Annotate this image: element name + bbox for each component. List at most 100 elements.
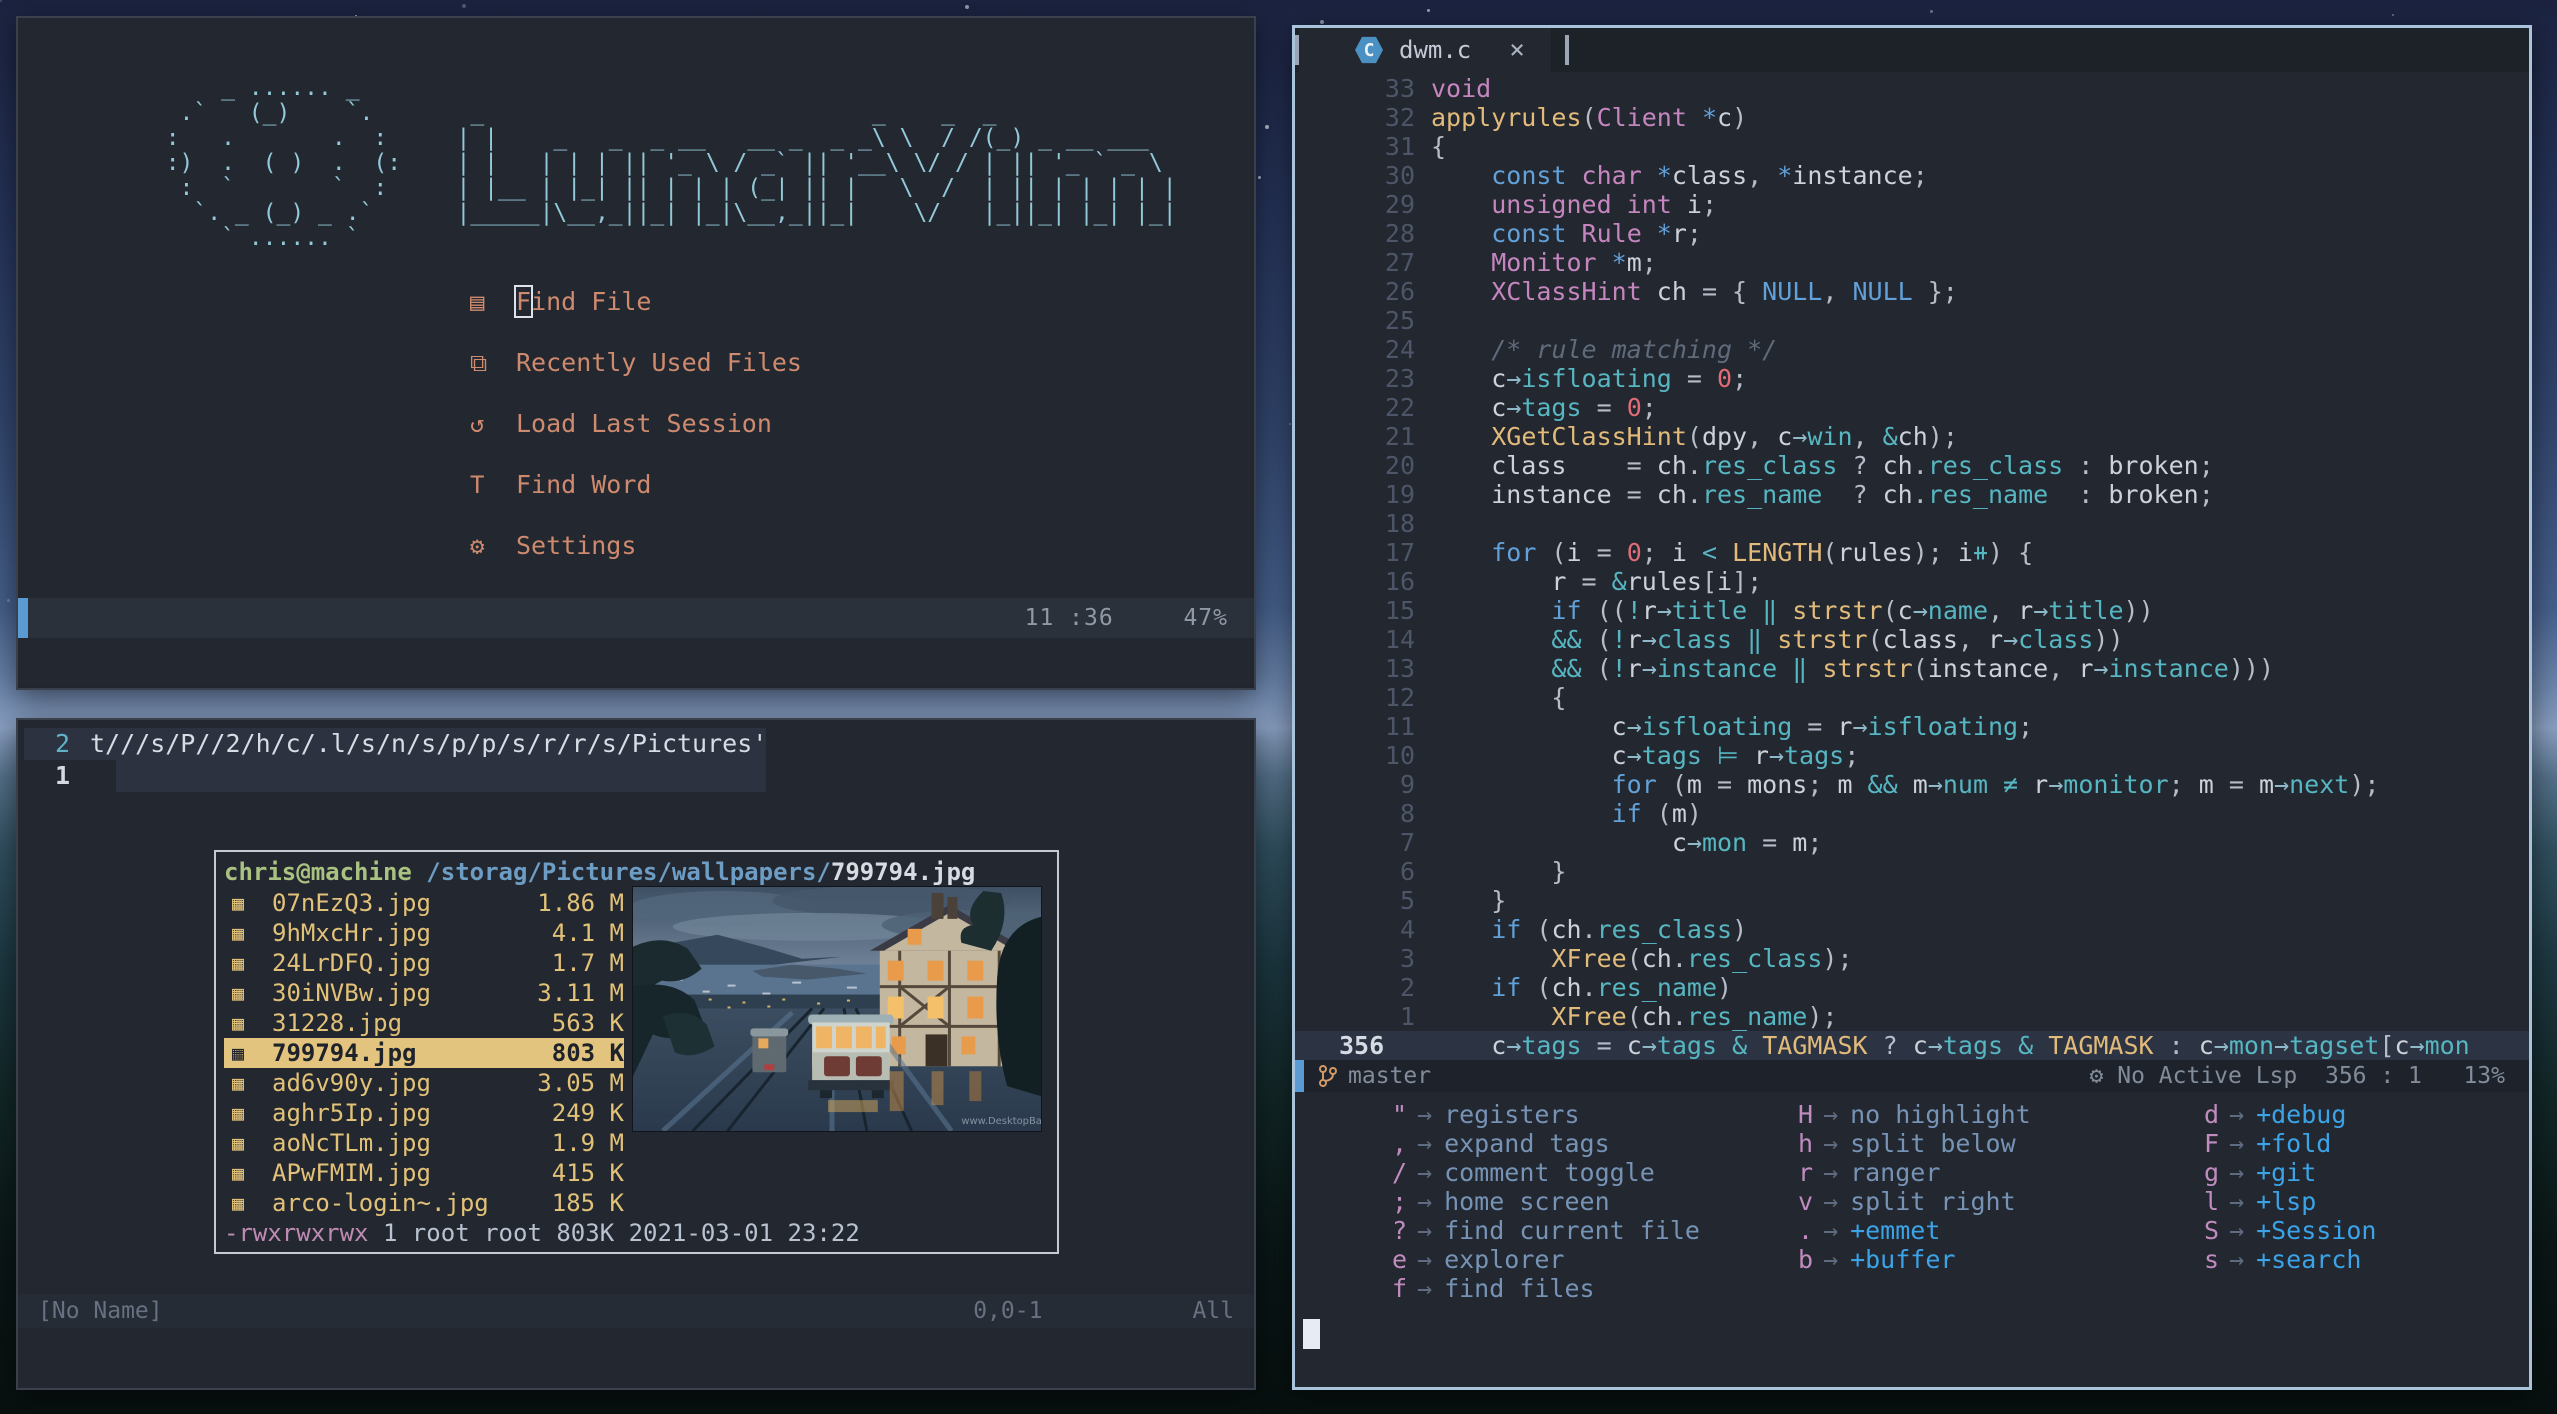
whichkey-binding-registers[interactable]: " → registers — [1365, 1100, 1700, 1129]
line-text: if (m) — [1611, 799, 1702, 828]
whichkey-binding-ranger[interactable]: r → ranger — [1771, 1158, 2031, 1187]
file-row-selected[interactable]: ▦ 799794.jpg 803 K — [224, 1038, 624, 1068]
image-file-icon: ▦ — [232, 951, 245, 975]
file-row[interactable]: ▦ 31228.jpg 563 K — [224, 1008, 624, 1038]
whichkey-binding--session[interactable]: S → +Session — [2177, 1216, 2377, 1245]
line-text: unsigned int i; — [1491, 190, 1718, 219]
whichkey-binding-split-right[interactable]: v → split right — [1771, 1187, 2031, 1216]
whichkey-key: h — [1797, 1129, 1813, 1158]
line-text: if (ch.res_name) — [1491, 973, 1733, 1002]
image-file-icon: ▦ — [232, 981, 245, 1005]
file-row[interactable]: ▦ APwFMIM.jpg 415 K — [224, 1158, 624, 1188]
desktop: _ ...... _ .` (_) `. _ _ _ _ : . . : | |… — [0, 0, 2557, 1414]
file-row[interactable]: ▦ 07nEzQ3.jpg 1.86 M — [224, 888, 624, 918]
tab-close-icon[interactable]: × — [1509, 35, 1525, 65]
menu-item-load-last-session[interactable]: ↺ Load Last Session — [470, 409, 1254, 438]
whichkey-binding--buffer[interactable]: b → +buffer — [1771, 1245, 2031, 1274]
whichkey-binding-no-highlight[interactable]: H → no highlight — [1771, 1100, 2031, 1129]
image-file-icon: ▦ — [232, 1161, 245, 1185]
menu-item-find-file[interactable]: ▤ Find File — [470, 285, 1254, 318]
code-line: 15 if ((!r→title ‖ strstr(c→name, r→titl… — [1295, 596, 2529, 625]
code-line: 20 class = ch.res_class ? ch.res_class :… — [1295, 451, 2529, 480]
line-number: 1 — [54, 761, 70, 790]
code-line: 27 Monitor *m; — [1295, 248, 2529, 277]
whichkey-binding--debug[interactable]: d → +debug — [2177, 1100, 2376, 1129]
line-text: t///s/P//2/h/c/.l/s/n/s/p/p/s/r/r/s/Pict… — [90, 729, 768, 758]
load-session-icon: ↺ — [470, 409, 485, 438]
buffer-line: 1 — [18, 760, 1254, 792]
arrow-right-icon: → — [1417, 1274, 1433, 1303]
whichkey-binding--emmet[interactable]: . → +emmet — [1771, 1216, 2031, 1245]
menu-item-find-word[interactable]: T Find Word — [470, 470, 1254, 499]
file-row[interactable]: ▦ arco-login~.jpg 185 K — [224, 1188, 624, 1218]
code-buffer[interactable]: 33 void 32 applyrules(Client *c) 31{30 const… — [1295, 72, 2529, 1060]
dashboard-window[interactable]: _ ...... _ .` (_) `. _ _ _ _ : . . : | |… — [16, 16, 1256, 690]
whichkey-binding--lsp[interactable]: l → +lsp — [2177, 1187, 2376, 1216]
find-word-icon: T — [470, 470, 485, 499]
scratch-buffer: 2 t///s/P//2/h/c/.l/s/n/s/p/p/s/r/r/s/Pic… — [18, 720, 1254, 792]
whichkey-label: comment toggle — [1444, 1158, 1655, 1187]
buffer-line: 2 t///s/P//2/h/c/.l/s/n/s/p/p/s/r/r/s/Pic… — [18, 728, 1254, 760]
file-name: 31228.jpg — [272, 1009, 403, 1037]
menu-item-settings[interactable]: ⚙ Settings — [470, 531, 1254, 560]
code-line-cursor: 356 c→tags = c→tags & TAGMASK ? c→tags &… — [1295, 1031, 2529, 1060]
settings-icon: ⚙ — [470, 531, 485, 560]
line-number: 27 — [1384, 248, 1415, 277]
file-row[interactable]: ▦ 30iNVBw.jpg 3.11 M — [224, 978, 624, 1008]
line-number: 9 — [1399, 770, 1415, 799]
whichkey-binding-comment-toggle[interactable]: / → comment toggle — [1365, 1158, 1700, 1187]
whichkey-binding-explorer[interactable]: e → explorer — [1365, 1245, 1700, 1274]
code-line: 21 XGetClassHint(dpy, c→win, &ch); — [1295, 422, 2529, 451]
file-size: 415 K — [551, 1159, 624, 1187]
whichkey-binding--git[interactable]: g → +git — [2177, 1158, 2376, 1187]
arrow-right-icon: → — [2229, 1245, 2245, 1274]
file-row[interactable]: ▦ 24LrDFQ.jpg 1.7 M — [224, 948, 624, 978]
tab-dwm-c[interactable]: C dwm.c × — [1299, 28, 1551, 72]
tab-separator — [1564, 35, 1569, 65]
recent-files-icon: ⧉ — [470, 348, 488, 377]
file-row[interactable]: ▦ ad6v90y.jpg 3.05 M — [224, 1068, 624, 1098]
menu-item-recently-used-files[interactable]: ⧉ Recently Used Files — [470, 348, 1254, 377]
file-name: APwFMIM.jpg — [272, 1159, 431, 1187]
arrow-right-icon: → — [1417, 1245, 1433, 1274]
lsp-gear-icon: ⚙ — [2089, 1063, 2104, 1089]
image-file-icon: ▦ — [232, 1071, 245, 1095]
whichkey-binding-expand-tags[interactable]: , → expand tags — [1365, 1129, 1700, 1158]
line-text: c→mon = m; — [1431, 828, 1823, 857]
file-manager-popup[interactable]: chris@machine /storag/Pictures/wallpaper… — [214, 850, 1059, 1254]
scratch-window[interactable]: 2 t///s/P//2/h/c/.l/s/n/s/p/p/s/r/r/s/Pic… — [16, 718, 1256, 1390]
file-row[interactable]: ▦ aghr5Ip.jpg 249 K — [224, 1098, 624, 1128]
code-line: 30 const char *class, *instance; — [1295, 161, 2529, 190]
whichkey-label: ranger — [1850, 1158, 1941, 1187]
line-text: c→tags ⊨ r→tags; — [1431, 741, 1860, 770]
whichkey-label: +buffer — [1850, 1245, 1956, 1274]
arrow-right-icon: → — [2229, 1216, 2245, 1245]
whichkey-binding-split-below[interactable]: h → split below — [1771, 1129, 2031, 1158]
line-text: { — [1431, 132, 1447, 161]
git-branch-icon — [1318, 1064, 1338, 1088]
star — [965, 5, 969, 9]
whichkey-binding--search[interactable]: s → +search — [2177, 1245, 2376, 1274]
file-row[interactable]: ▦ aoNcTLm.jpg 1.9 M — [224, 1128, 624, 1158]
whichkey-key: b — [1797, 1245, 1813, 1274]
whichkey-binding-home-screen[interactable]: ; → home screen — [1365, 1187, 1700, 1216]
whichkey-binding--fold[interactable]: F → +fold — [2177, 1129, 2376, 1158]
star — [462, 4, 466, 8]
current-file: 799794.jpg — [830, 858, 976, 886]
line-text: XClassHint ch = { NULL, NULL }; — [1491, 277, 1958, 306]
file-size: 803 K — [551, 1039, 624, 1067]
lsp-status: No Active Lsp — [2117, 1063, 2298, 1089]
editor-window[interactable]: C dwm.c × 33 void 32 applyrules(Client *c) 3… — [1292, 25, 2532, 1390]
line-text: for (m = mons; m && m→num ≠ r→monitor; m… — [1611, 770, 2380, 799]
file-size: 3.05 M — [537, 1069, 624, 1097]
line-number: 33 — [1384, 74, 1415, 103]
git-branch-name[interactable]: master — [1348, 1063, 1431, 1089]
whichkey-binding-find-files[interactable]: f → find files — [1365, 1274, 1700, 1303]
line-number: 8 — [1399, 799, 1415, 828]
file-row[interactable]: ▦ 9hMxcHr.jpg 4.1 M — [224, 918, 624, 948]
image-file-icon: ▦ — [232, 1131, 245, 1155]
find-file-icon: ▤ — [470, 287, 485, 316]
whichkey-binding-find-current-file[interactable]: ? → find current file — [1365, 1216, 1700, 1245]
dashboard-menu: ▤ Find File ⧉ Recently Used Files ↺ Load Last… — [470, 285, 1254, 594]
whichkey-key: e — [1391, 1245, 1407, 1274]
